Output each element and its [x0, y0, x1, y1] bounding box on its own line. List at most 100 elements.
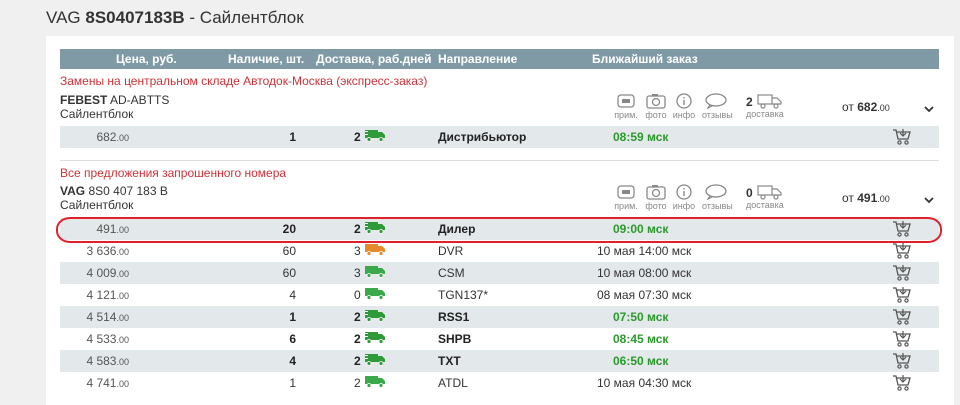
offer-header-vag: VAG 8S0 407 183 B Сайлентблок прим. фото инф…	[60, 184, 939, 218]
row-nearest-order: 10 мая 08:00 мск	[597, 266, 692, 280]
row-direction: DVR	[438, 244, 464, 258]
row-direction: SHPB	[438, 332, 472, 346]
add-to-cart-icon[interactable]	[892, 128, 912, 149]
reviews-label: отзывы	[702, 110, 733, 120]
row-qty: 20	[282, 222, 296, 236]
row-delivery-days: 2	[354, 310, 361, 324]
section-all-offers-title: Все предложения запрошенного номера	[60, 166, 287, 180]
note-icon	[612, 93, 640, 109]
photo-icon	[642, 184, 670, 200]
section-divider	[60, 160, 939, 161]
row-price: 4 741.00	[86, 376, 129, 390]
info-button[interactable]: инфо	[670, 184, 698, 211]
row-price: 4 009.00	[86, 266, 129, 280]
row-direction: Дилер	[438, 222, 476, 236]
info-button[interactable]: инфо	[670, 93, 698, 120]
row-delivery-days: 2	[354, 130, 361, 144]
info-label: инфо	[672, 201, 696, 211]
from-price: от 682.00	[842, 100, 890, 114]
add-to-cart-icon[interactable]	[892, 308, 912, 329]
add-to-cart-icon[interactable]	[892, 374, 912, 395]
note-label: прим.	[614, 110, 638, 120]
add-to-cart-icon[interactable]	[892, 220, 912, 241]
row-qty: 1	[289, 130, 296, 144]
note-label: прим.	[614, 201, 638, 211]
offer-description: Сайлентблок	[60, 198, 134, 212]
photo-button[interactable]: фото	[642, 184, 670, 211]
info-icon	[670, 93, 698, 109]
title-suffix: - Сайлентблок	[184, 8, 304, 27]
offer-brand: VAG 8S0 407 183 B	[60, 184, 168, 198]
row-nearest-order: 07:50 мск	[613, 310, 669, 324]
title-part-number: 8S0407183B	[85, 8, 185, 27]
info-label: инфо	[672, 110, 696, 120]
photo-icon	[642, 93, 670, 109]
add-to-cart-icon[interactable]	[892, 286, 912, 307]
col-stock[interactable]: Наличие, шт.	[228, 52, 304, 66]
row-delivery-days: 0	[354, 288, 361, 302]
title-prefix: VAG	[46, 8, 81, 27]
row-direction: ATDL	[438, 376, 468, 390]
offer-brand: FEBEST AD-ABTTS	[60, 93, 170, 107]
row-price: 4 514.00	[86, 310, 129, 324]
offers-card: Цена, руб. Наличие, шт. Доставка, раб.дн…	[46, 36, 954, 405]
row-nearest-order: 08:45 мск	[613, 332, 669, 346]
note-button[interactable]: прим.	[612, 184, 640, 211]
offer-row: 4 009.00 60 3 CSM 10 мая 08:00 мск	[60, 262, 939, 284]
row-qty: 4	[289, 354, 296, 368]
reviews-icon	[702, 184, 730, 200]
photo-label: фото	[645, 110, 667, 120]
chevron-down-icon[interactable]	[923, 192, 935, 210]
chevron-down-icon[interactable]	[923, 101, 935, 119]
delivery-truck-icon	[365, 353, 387, 369]
row-delivery-days: 2	[354, 376, 361, 390]
row-nearest-order: 09:00 мск	[613, 222, 669, 236]
row-direction: Дистрибьютор	[438, 130, 527, 144]
info-icon	[670, 184, 698, 200]
row-nearest-order: 10 мая 14:00 мск	[597, 244, 692, 258]
reviews-button[interactable]: отзывы	[702, 93, 733, 120]
row-direction: RSS1	[438, 310, 470, 324]
col-direction[interactable]: Направление	[438, 52, 517, 66]
delivery-truck-icon	[365, 331, 387, 347]
row-delivery-days: 2	[354, 222, 361, 236]
photo-label: фото	[645, 201, 667, 211]
row-qty: 60	[282, 266, 296, 280]
col-nearest-order[interactable]: Ближайший заказ	[592, 52, 698, 66]
reviews-button[interactable]: отзывы	[702, 184, 733, 211]
col-delivery[interactable]: Доставка, раб.дней	[316, 52, 431, 66]
offer-row: 4 514.00 1 2 RSS1 07:50 мск	[60, 306, 939, 328]
row-price: 682.00	[96, 130, 129, 144]
row-nearest-order: 08:59 мск	[613, 130, 669, 144]
photo-button[interactable]: фото	[642, 93, 670, 120]
row-qty: 60	[282, 244, 296, 258]
delivery-truck-icon	[365, 309, 387, 325]
row-qty: 6	[289, 332, 296, 346]
section-replacements-title: Замены на центральном складе Автодок-Мос…	[60, 74, 428, 88]
add-to-cart-icon[interactable]	[892, 242, 912, 263]
delivery-truck-icon	[365, 221, 387, 237]
delivery-label: доставка	[746, 200, 784, 210]
row-nearest-order: 06:50 мск	[613, 354, 669, 368]
delivery-truck-icon	[365, 287, 387, 303]
offer-row: 4 533.00 6 2 SHPB 08:45 мск	[60, 328, 939, 350]
delivery-count-value: 2	[746, 95, 753, 109]
row-qty: 4	[289, 288, 296, 302]
reviews-icon	[702, 93, 730, 109]
offer-row: 4 741.00 1 2 ATDL 10 мая 04:30 мск	[60, 372, 939, 394]
note-button[interactable]: прим.	[612, 93, 640, 120]
offer-header-febest: FEBEST AD-ABTTS Сайлентблок прим. фото инфо о…	[60, 93, 939, 127]
row-delivery-days: 3	[354, 266, 361, 280]
add-to-cart-icon[interactable]	[892, 330, 912, 351]
delivery-truck-icon	[365, 265, 387, 281]
offer-row: 491.00 20 2 Дилер 09:00 мск	[60, 218, 939, 240]
col-price[interactable]: Цена, руб.	[116, 52, 177, 66]
delivery-truck-icon	[365, 375, 387, 391]
row-direction: TGN137*	[438, 288, 489, 302]
offer-row: 4 583.00 4 2 TXT 06:50 мск	[60, 350, 939, 372]
add-to-cart-icon[interactable]	[892, 264, 912, 285]
row-price: 4 583.00	[86, 354, 129, 368]
add-to-cart-icon[interactable]	[892, 352, 912, 373]
row-delivery-days: 3	[354, 244, 361, 258]
reviews-label: отзывы	[702, 201, 733, 211]
